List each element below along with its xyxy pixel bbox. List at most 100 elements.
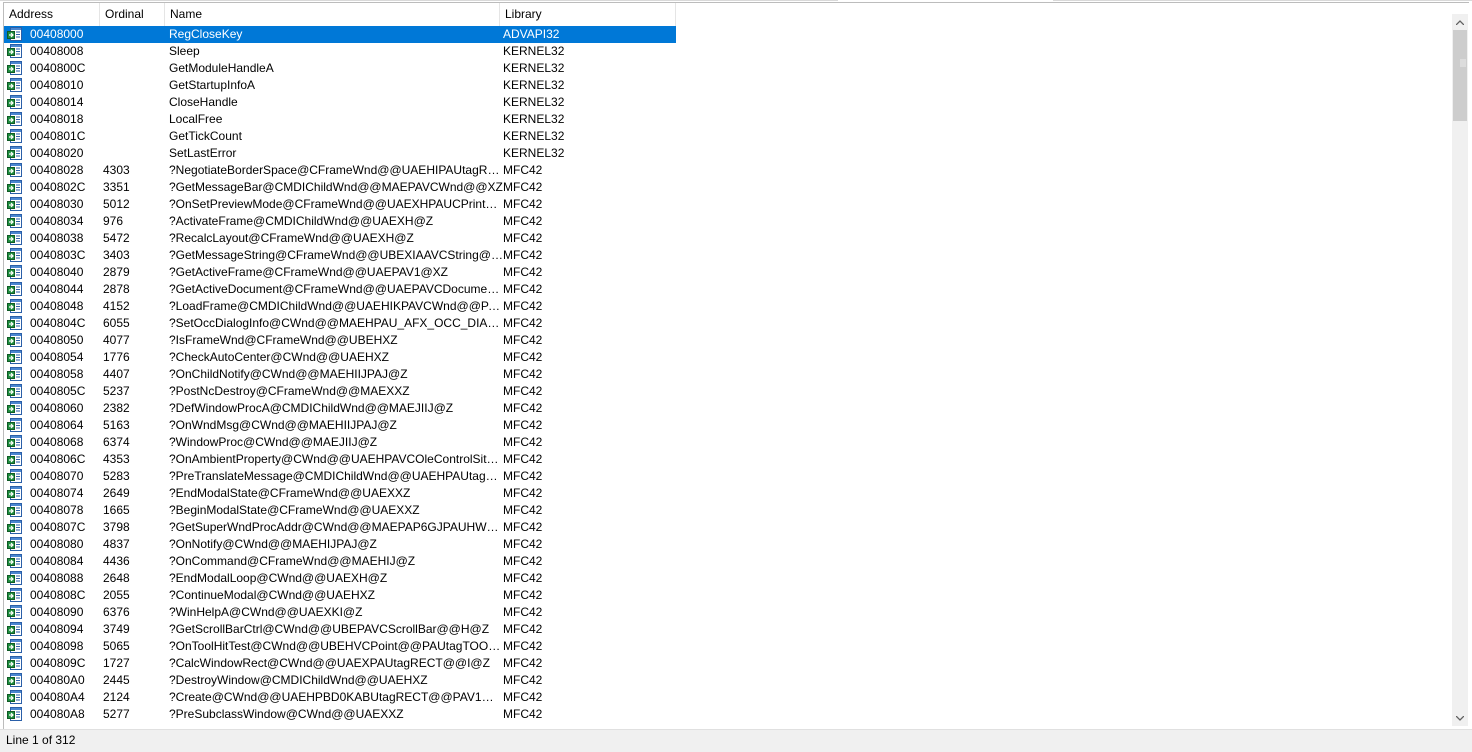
import-function-icon [7, 248, 23, 263]
table-row[interactable]: 00408044 2878 ?GetActiveDocument@CFrameWnd… [4, 281, 1455, 298]
cell-address: 00408060 [30, 401, 84, 415]
table-row[interactable]: 00408064 5163 ?OnWndMsg@CWnd@@MAEHIIJPAJ@Z… [4, 417, 1455, 434]
cell-library: MFC42 [503, 486, 543, 500]
cell-name: ?BeginModalState@CFrameWnd@@UAEXXZ [169, 503, 420, 517]
import-function-icon [7, 299, 23, 314]
table-row[interactable]: 00408030 5012 ?OnSetPreviewMode@CFrameWnd@… [4, 196, 1455, 213]
cell-address: 00408000 [30, 27, 84, 41]
import-function-icon [7, 622, 23, 637]
column-header-name[interactable]: Name [165, 3, 500, 26]
window-top-border [0, 0, 1472, 1]
table-row[interactable]: 00408060 2382 ?DefWindowProcA@CMDIChildWnd… [4, 400, 1455, 417]
table-row[interactable]: 00408088 2648 ?EndModalLoop@CWnd@@UAEXH@Z M… [4, 570, 1455, 587]
table-row[interactable]: 00408038 5472 ?RecalcLayout@CFrameWnd@@UAE… [4, 230, 1455, 247]
table-row[interactable]: 00408028 4303 ?NegotiateBorderSpace@CFrame… [4, 162, 1455, 179]
import-function-icon [7, 673, 23, 688]
scroll-up-arrow-icon[interactable] [1452, 14, 1468, 30]
cell-name: ?ContinueModal@CWnd@@UAEHXZ [169, 588, 375, 602]
table-row[interactable]: 00408054 1776 ?CheckAutoCenter@CWnd@@UAEHX… [4, 349, 1455, 366]
import-function-icon [7, 27, 23, 42]
table-row[interactable]: 004080A8 5277 ?PreSubclassWindow@CWnd@@UAE… [4, 706, 1455, 723]
cell-address: 00408054 [30, 350, 84, 364]
cell-ordinal: 6374 [103, 435, 130, 449]
table-row[interactable]: 00408050 4077 ?IsFrameWnd@CFrameWnd@@UBEHX… [4, 332, 1455, 349]
scrollbar-thumb[interactable] [1453, 30, 1467, 121]
table-row[interactable]: 0040800C GetModuleHandleA KERNEL32 [4, 60, 1455, 77]
cell-library: KERNEL32 [503, 44, 565, 58]
table-row[interactable]: 00408078 1665 ?BeginModalState@CFrameWnd@@… [4, 502, 1455, 519]
table-row[interactable]: 00408094 3749 ?GetScrollBarCtrl@CWnd@@UBEP… [4, 621, 1455, 638]
cell-name: ?PostNcDestroy@CFrameWnd@@MAEXXZ [169, 384, 410, 398]
table-row[interactable]: 00408008 Sleep KERNEL32 [4, 43, 1455, 60]
cell-name: ?DestroyWindow@CMDIChildWnd@@UAEHXZ [169, 673, 428, 687]
table-row[interactable]: 00408020 SetLastError KERNEL32 [4, 145, 1455, 162]
cell-address: 00408044 [30, 282, 84, 296]
scroll-down-arrow-icon[interactable] [1452, 710, 1468, 726]
table-row[interactable]: 00408010 GetStartupInfoA KERNEL32 [4, 77, 1455, 94]
cell-address: 00408014 [30, 95, 84, 109]
vertical-scrollbar[interactable] [1452, 14, 1468, 726]
table-row[interactable]: 00408040 2879 ?GetActiveFrame@CFrameWnd@@U… [4, 264, 1455, 281]
cell-address: 0040800C [30, 61, 86, 75]
cell-name: ?CalcWindowRect@CWnd@@UAEXPAUtagRECT@@I@… [169, 656, 490, 670]
cell-address: 0040808C [30, 588, 86, 602]
cell-library: MFC42 [503, 231, 543, 245]
table-row[interactable]: 00408014 CloseHandle KERNEL32 [4, 94, 1455, 111]
scrollbar-marker [1460, 59, 1466, 67]
table-row[interactable]: 0040803C 3403 ?GetMessageString@CFrameWnd@… [4, 247, 1455, 264]
cell-library: MFC42 [503, 452, 543, 466]
import-function-icon [7, 367, 23, 382]
table-row[interactable]: 0040802C 3351 ?GetMessageBar@CMDIChildWnd@… [4, 179, 1455, 196]
import-function-icon [7, 197, 23, 212]
table-row[interactable]: 0040806C 4353 ?OnAmbientProperty@CWnd@@UAE… [4, 451, 1455, 468]
import-function-icon [7, 282, 23, 297]
import-function-icon [7, 435, 23, 450]
imports-list[interactable]: Address Ordinal Name Library 00408000 Reg… [3, 2, 1469, 730]
table-row[interactable]: 00408080 4837 ?OnNotify@CWnd@@MAEHIJPAJ@Z M… [4, 536, 1455, 553]
cell-ordinal: 5012 [103, 197, 130, 211]
table-row[interactable]: 004080A4 2124 ?Create@CWnd@@UAEHPBD0KABUta… [4, 689, 1455, 706]
cell-address: 00408010 [30, 78, 84, 92]
import-function-icon [7, 690, 23, 705]
cell-name: ?Create@CWnd@@UAEHPBD0KABUtagRECT@@PAV1@… [169, 690, 503, 704]
table-row[interactable]: 00408084 4436 ?OnCommand@CFrameWnd@@MAEHIJ… [4, 553, 1455, 570]
table-row[interactable]: 0040801C GetTickCount KERNEL32 [4, 128, 1455, 145]
table-row[interactable]: 00408058 4407 ?OnChildNotify@CWnd@@MAEHIIJ… [4, 366, 1455, 383]
table-row[interactable]: 00408068 6374 ?WindowProc@CWnd@@MAEJIIJ@Z M… [4, 434, 1455, 451]
table-row[interactable]: 00408018 LocalFree KERNEL32 [4, 111, 1455, 128]
column-header-row: Address Ordinal Name Library [4, 3, 1455, 26]
table-row[interactable]: 00408000 RegCloseKey ADVAPI32 [4, 26, 1455, 43]
cell-ordinal: 2649 [103, 486, 130, 500]
cell-address: 0040803C [30, 248, 86, 262]
cell-library: MFC42 [503, 622, 543, 636]
cell-name: ?WindowProc@CWnd@@MAEJIIJ@Z [169, 435, 378, 449]
table-row[interactable]: 00408070 5283 ?PreTranslateMessage@CMDIChi… [4, 468, 1455, 485]
column-header-ordinal[interactable]: Ordinal [100, 3, 165, 26]
table-row[interactable]: 0040809C 1727 ?CalcWindowRect@CWnd@@UAEXPA… [4, 655, 1455, 672]
table-row[interactable]: 0040805C 5237 ?PostNcDestroy@CFrameWnd@@MA… [4, 383, 1455, 400]
table-row[interactable]: 0040808C 2055 ?ContinueModal@CWnd@@UAEHXZ M… [4, 587, 1455, 604]
table-row[interactable]: 004080A0 2445 ?DestroyWindow@CMDIChildWnd@… [4, 672, 1455, 689]
cell-name: ?GetScrollBarCtrl@CWnd@@UBEPAVCScrollBar… [169, 622, 490, 636]
cell-address: 00408098 [30, 639, 84, 653]
table-row[interactable]: 0040807C 3798 ?GetSuperWndProcAddr@CWnd@@M… [4, 519, 1455, 536]
cell-name: ?OnWndMsg@CWnd@@MAEHIIJPAJ@Z [169, 418, 397, 432]
table-row[interactable]: 0040804C 6055 ?SetOccDialogInfo@CWnd@@MAEH… [4, 315, 1455, 332]
column-header-address[interactable]: Address [4, 3, 100, 26]
cell-address: 0040809C [30, 656, 86, 670]
table-row[interactable]: 00408034 976 ?ActivateFrame@CMDIChildWnd@@… [4, 213, 1455, 230]
cell-name: ?IsFrameWnd@CFrameWnd@@UBEHXZ [169, 333, 398, 347]
cell-address: 00408068 [30, 435, 84, 449]
table-row[interactable]: 00408048 4152 ?LoadFrame@CMDIChildWnd@@UAE… [4, 298, 1455, 315]
cell-address: 004080A0 [30, 673, 85, 687]
cell-ordinal: 976 [103, 214, 124, 228]
cell-address: 00408018 [30, 112, 84, 126]
cell-ordinal: 5277 [103, 707, 130, 721]
table-row[interactable]: 00408090 6376 ?WinHelpA@CWnd@@UAEXKI@Z MFC4… [4, 604, 1455, 621]
cell-address: 004080A8 [30, 707, 85, 721]
cell-library: MFC42 [503, 656, 543, 670]
column-header-library[interactable]: Library [500, 3, 676, 26]
cell-address: 00408020 [30, 146, 84, 160]
table-row[interactable]: 00408098 5065 ?OnToolHitTest@CWnd@@UBEHVCP… [4, 638, 1455, 655]
table-row[interactable]: 00408074 2649 ?EndModalState@CFrameWnd@@UA… [4, 485, 1455, 502]
